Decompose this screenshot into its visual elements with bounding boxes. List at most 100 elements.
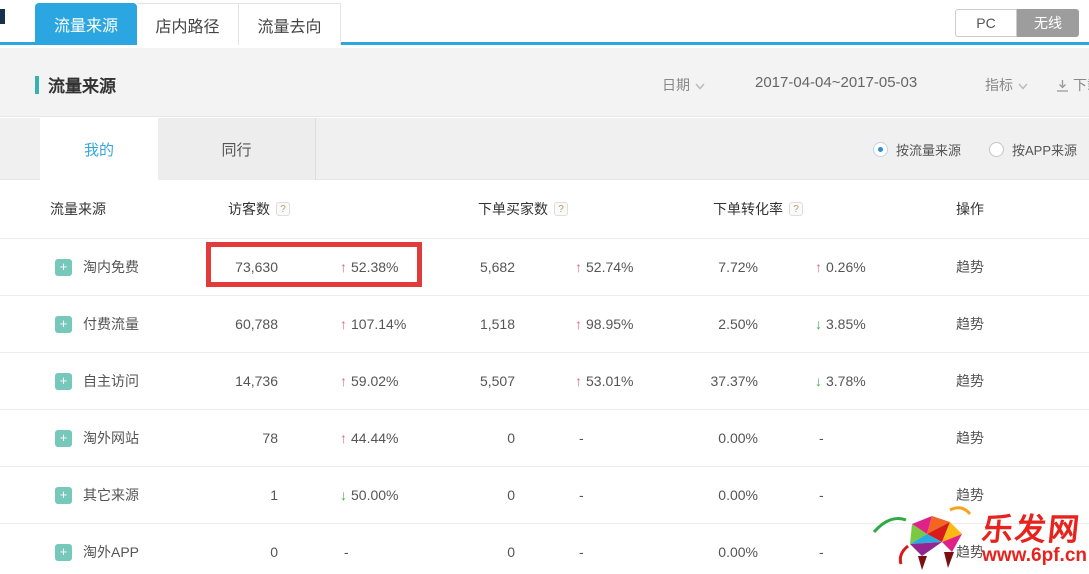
buyers-change: ↑98.95% <box>525 316 685 332</box>
buyers-change: ↑52.74% <box>525 259 685 275</box>
trend-link[interactable]: 趋势 <box>905 428 1035 448</box>
metric-dropdown-label: 指标 <box>985 75 1013 95</box>
visitors-change: ↑44.44% <box>290 430 445 446</box>
tab-traffic-source[interactable]: 流量来源 <box>35 3 137 45</box>
col-header-conversion: 下单转化率 ? <box>685 199 905 219</box>
buyers-value: 1,518 <box>445 316 525 332</box>
radio-dot-icon <box>873 142 888 157</box>
conversion-change: - <box>780 487 905 503</box>
trend-arrow-icon: ↓ <box>340 487 347 503</box>
chevron-down-icon <box>695 83 705 90</box>
table-row: +付费流量60,788↑107.14%1,518↑98.95%2.50%↓3.8… <box>0 295 1089 352</box>
visitors-value: 0 <box>200 544 290 560</box>
edge-artifact <box>0 9 5 24</box>
trend-arrow-icon: ↓ <box>815 316 822 332</box>
visitors-change: ↑52.38% <box>290 259 445 275</box>
conversion-change: ↓3.85% <box>780 316 905 332</box>
trend-arrow-icon: ↑ <box>340 430 347 446</box>
date-dropdown[interactable]: 日期 <box>662 75 705 95</box>
conversion-value: 2.50% <box>685 316 780 332</box>
watermark-text: 乐发网 www.6pf.cn <box>982 514 1087 574</box>
analytics-page: 流量来源 店内路径 流量去向 PC 无线 流量来源 日期 2017-04-04~… <box>0 0 1089 574</box>
expand-plus-icon[interactable]: + <box>55 316 72 333</box>
top-tabs: 流量来源 店内路径 流量去向 <box>35 3 341 45</box>
subtab-mine[interactable]: 我的 <box>40 118 158 181</box>
trend-arrow-icon: ↑ <box>575 316 582 332</box>
table-row: + 淘内免费 73,630↑52.38%5,682↑52.74%7.72%↑0.26… <box>0 238 1089 295</box>
trend-link[interactable]: 趋势 <box>905 371 1035 391</box>
buyers-value: 0 <box>445 544 525 560</box>
visitors-value: 1 <box>200 487 290 503</box>
help-icon[interactable]: ? <box>789 202 803 216</box>
visitors-value: 60,788 <box>200 316 290 332</box>
wireless-toggle-button[interactable]: 无线 <box>1017 9 1079 37</box>
conversion-value: 0.00% <box>685 544 780 560</box>
visitors-change: ↓50.00% <box>290 487 445 503</box>
tab-instore-path[interactable]: 店内路径 <box>137 3 239 45</box>
source-name: 自主访问 <box>83 371 139 391</box>
source-cell: +淘外网站 <box>0 428 200 448</box>
help-icon[interactable]: ? <box>276 202 290 216</box>
source-cell: + 淘内免费 <box>0 257 200 277</box>
trend-link[interactable]: 趋势 <box>905 257 1035 277</box>
trend-arrow-icon: ↑ <box>575 373 582 389</box>
bull-logo-icon <box>870 502 982 574</box>
radio-dot-icon <box>989 142 1004 157</box>
page-header: 流量来源 日期 2017-04-04~2017-05-03 指标 下载 <box>0 48 1089 117</box>
date-range-value[interactable]: 2017-04-04~2017-05-03 <box>755 74 917 91</box>
trend-link[interactable]: 趋势 <box>905 314 1035 334</box>
conversion-value: 7.72% <box>685 259 780 275</box>
download-label: 下载 <box>1073 75 1089 95</box>
col-header-source: 流量来源 <box>0 199 200 219</box>
source-cell: + 其它来源 <box>0 485 200 505</box>
download-button[interactable]: 下载 <box>1056 75 1089 95</box>
expand-plus-icon[interactable]: + <box>55 373 72 390</box>
visitors-change: - <box>290 544 445 560</box>
visitors-value: 78 <box>200 430 290 446</box>
source-name: 淘外APP <box>83 542 139 562</box>
tab-traffic-destination[interactable]: 流量去向 <box>239 3 341 45</box>
visitors-value: 14,736 <box>200 373 290 389</box>
date-dropdown-label: 日期 <box>662 75 690 95</box>
table-row: +淘外网站78↑44.44%0-0.00%-趋势 <box>0 409 1089 466</box>
buyers-change: ↑53.01% <box>525 373 685 389</box>
page-title-text: 流量来源 <box>48 72 116 97</box>
top-tab-bar: 流量来源 店内路径 流量去向 PC 无线 <box>0 0 1089 45</box>
source-name: 淘内免费 <box>83 257 139 277</box>
trend-arrow-icon: ↑ <box>340 373 347 389</box>
help-icon[interactable]: ? <box>554 202 568 216</box>
expand-plus-icon[interactable]: + <box>55 259 72 276</box>
sub-tab-bar: 我的 同行 按流量来源 按APP来源 <box>0 118 1089 180</box>
device-toggle: PC 无线 <box>955 9 1079 37</box>
radio-label: 按APP来源 <box>1012 140 1077 159</box>
expand-plus-icon[interactable]: + <box>55 544 72 561</box>
conversion-value: 0.00% <box>685 487 780 503</box>
trend-arrow-icon: ↑ <box>575 259 582 275</box>
expand-plus-icon[interactable]: + <box>55 430 72 447</box>
chevron-down-icon <box>1018 83 1028 90</box>
conversion-change: ↑0.26% <box>780 259 905 275</box>
subtab-peers[interactable]: 同行 <box>158 118 316 180</box>
trend-arrow-icon: ↑ <box>340 259 347 275</box>
pc-toggle-button[interactable]: PC <box>955 9 1017 37</box>
page-title: 流量来源 <box>35 72 116 97</box>
radio-by-app-source[interactable]: 按APP来源 <box>989 140 1077 159</box>
trend-arrow-icon: ↑ <box>340 316 347 332</box>
col-header-buyers: 下单买家数 ? <box>445 199 685 219</box>
conversion-value: 0.00% <box>685 430 780 446</box>
radio-by-traffic-source[interactable]: 按流量来源 <box>873 140 961 159</box>
metric-dropdown[interactable]: 指标 <box>985 75 1028 95</box>
visitors-value: 73,630 <box>200 259 290 275</box>
radio-label: 按流量来源 <box>896 140 961 159</box>
table-row: +自主访问14,736↑59.02%5,507↑53.01%37.37%↓3.7… <box>0 352 1089 409</box>
expand-plus-icon[interactable]: + <box>55 487 72 504</box>
conversion-change: - <box>780 430 905 446</box>
source-name: 其它来源 <box>83 485 139 505</box>
visitors-change: ↑59.02% <box>290 373 445 389</box>
buyers-value: 5,682 <box>445 259 525 275</box>
watermark: 乐发网 www.6pf.cn <box>870 502 1087 574</box>
col-header-action: 操作 <box>905 199 1035 219</box>
source-cell: + 自主访问 <box>0 371 200 391</box>
table-header-row: 流量来源 访客数 ? 下单买家数 ? 下单转化率 ? 操作 <box>0 180 1089 238</box>
buyers-change: - <box>525 430 685 446</box>
